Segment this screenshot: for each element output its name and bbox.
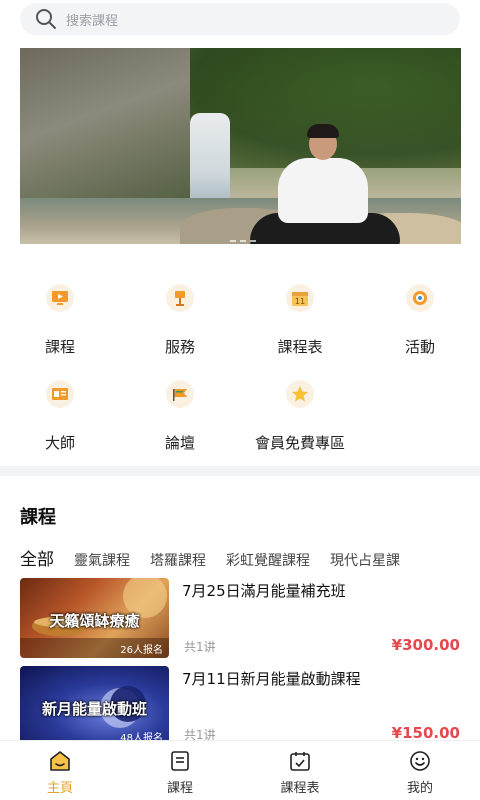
- course-thumbnail: 新月能量啟動班 48人报名: [20, 666, 169, 746]
- menu-item-forum[interactable]: 論壇: [120, 380, 240, 453]
- course-thumbnail-title: 新月能量啟動班: [41, 700, 147, 718]
- course-thumbnail-title: 天籟頌缽療癒: [49, 612, 140, 630]
- tab-rainbow[interactable]: 彩虹覺醒課程: [226, 550, 310, 570]
- lesson-count: 共1讲: [184, 640, 216, 654]
- banner-person-body: [278, 158, 368, 223]
- menu-item-courses[interactable]: 課程: [0, 284, 120, 357]
- banner-cliff: [20, 48, 190, 218]
- course-list-item[interactable]: 天籟頌缽療癒 26人报名 7月25日滿月能量補充班 共1讲 ¥300.00: [20, 578, 480, 658]
- menu-item-services[interactable]: 服務: [120, 284, 240, 357]
- menu-label: 課程表: [277, 338, 323, 356]
- smile-icon: [408, 749, 432, 773]
- section-title: 課程: [20, 507, 56, 528]
- course-title: 7月11日新月能量啟動課程: [182, 670, 361, 688]
- section-divider: [0, 466, 480, 476]
- menu-label: 活動: [404, 338, 435, 356]
- menu-label: 論壇: [164, 434, 195, 452]
- course-thumbnail: 天籟頌缽療癒 26人报名: [20, 578, 169, 658]
- search-placeholder[interactable]: 搜索課程: [66, 10, 118, 29]
- document-icon: [168, 749, 192, 773]
- banner-pagination: [230, 240, 256, 242]
- nav-label: 課程表: [280, 781, 320, 796]
- menu-label: 服務: [164, 338, 195, 356]
- course-category-tabs: 全部 靈氣課程 塔羅課程 彩虹覺醒課程 現代占星課: [20, 545, 480, 571]
- calendar-icon: 11: [286, 284, 314, 312]
- banner-person-hair: [307, 124, 339, 138]
- menu-item-events[interactable]: 活動: [360, 284, 480, 357]
- nav-label: 課程: [166, 781, 193, 796]
- hero-banner[interactable]: [20, 48, 461, 244]
- menu-item-masters[interactable]: 大師: [0, 380, 120, 453]
- course-title: 7月25日滿月能量補充班: [182, 582, 346, 600]
- nav-home[interactable]: 主頁: [0, 741, 120, 800]
- search-icon: [32, 5, 60, 33]
- menu-item-schedule[interactable]: 11 課程表: [240, 284, 360, 357]
- tab-astrology[interactable]: 現代占星課: [330, 550, 400, 570]
- menu-label: 會員免費專區: [254, 434, 345, 452]
- lamp-icon: [166, 284, 194, 312]
- tab-all[interactable]: 全部: [20, 545, 54, 570]
- menu-label: 課程: [44, 338, 75, 356]
- menu-label: 大師: [44, 434, 75, 452]
- id-card-icon: [46, 380, 74, 408]
- nav-label: 主頁: [46, 781, 73, 796]
- course-list-item[interactable]: 新月能量啟動班 48人报名 7月11日新月能量啟動課程 共1讲 ¥150.00: [20, 666, 480, 746]
- medal-icon: [406, 284, 434, 312]
- course-price: ¥300.00: [391, 636, 460, 654]
- search-bar[interactable]: 搜索課程: [20, 3, 460, 35]
- calendar-check-icon: [288, 749, 312, 773]
- star-icon: [286, 380, 314, 408]
- nav-label: 我的: [406, 781, 433, 796]
- flag-icon: [166, 380, 194, 408]
- menu-item-free-zone[interactable]: 會員免費專區: [240, 380, 360, 453]
- tab-reiki[interactable]: 靈氣課程: [74, 550, 130, 570]
- nav-courses[interactable]: 課程: [120, 741, 240, 800]
- svg-text:11: 11: [295, 297, 305, 306]
- tab-tarot[interactable]: 塔羅課程: [150, 550, 206, 570]
- bottom-navigation: 主頁 課程 課程表 我的: [0, 740, 480, 800]
- nav-schedule[interactable]: 課程表: [240, 741, 360, 800]
- enrollment-count: 26人报名: [120, 645, 163, 656]
- nav-profile[interactable]: 我的: [360, 741, 480, 800]
- home-icon: [48, 749, 72, 773]
- monitor-icon: [46, 284, 74, 312]
